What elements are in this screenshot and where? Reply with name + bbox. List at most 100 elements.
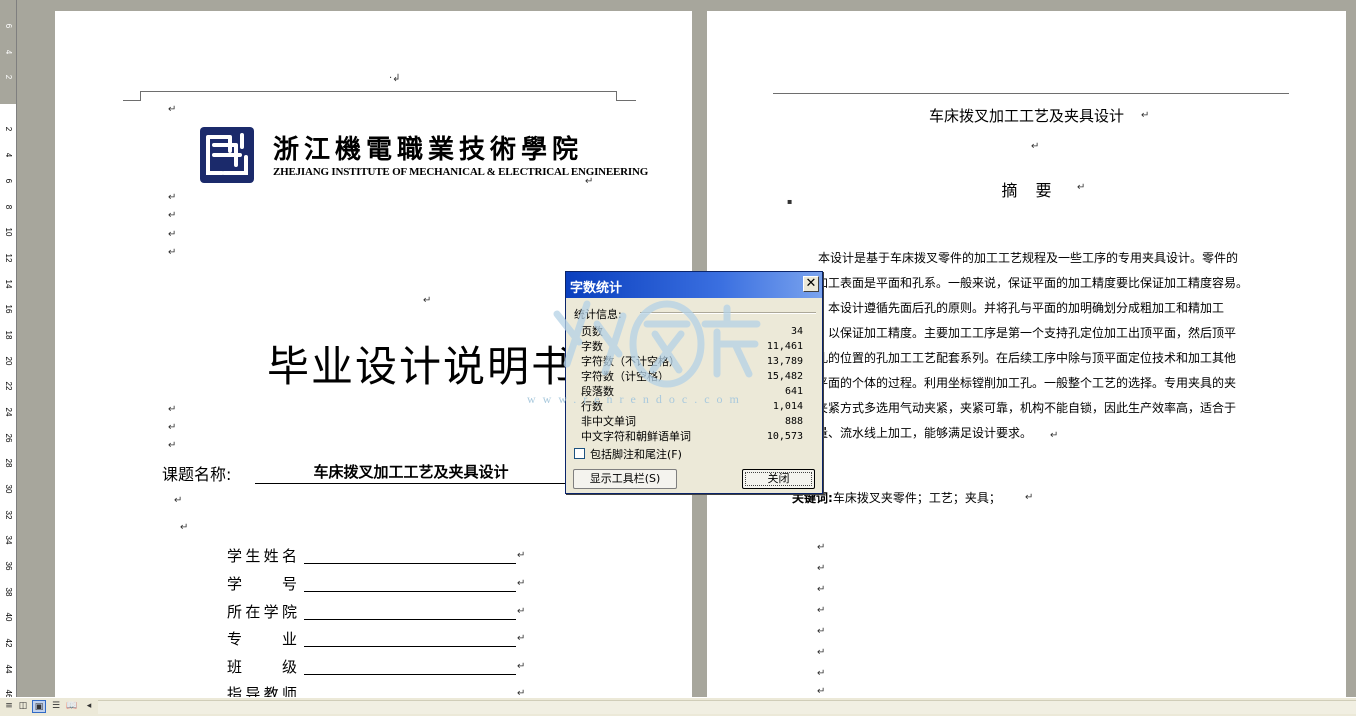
- paragraph-mark: ↵: [517, 633, 526, 644]
- ruler-tick-label: 4: [4, 152, 13, 158]
- stat-row-paragraphs: 段落数 641: [581, 384, 803, 399]
- header-crop-right: [616, 100, 636, 101]
- outline-view-icon[interactable]: ☰: [49, 700, 63, 713]
- paragraph-mark: ↵: [174, 495, 183, 506]
- abstract-line: 阶段，以保证加工精度。主要加工工序是第一个支持孔定位加工出顶平面，然后顶平: [792, 326, 1237, 340]
- stat-value: 11,461: [766, 341, 803, 352]
- web-view-icon[interactable]: ◫: [16, 700, 30, 713]
- stat-label: 行数: [581, 400, 603, 413]
- stat-row-words: 字数 11,461: [581, 339, 803, 354]
- ruler-tick-label: 16: [4, 304, 13, 314]
- ruler-tick-label: 4: [4, 49, 13, 55]
- header-rule: [791, 93, 1269, 94]
- paragraph-mark: ↵: [817, 605, 826, 616]
- ruler-tick-label: 34: [4, 535, 13, 545]
- stat-label: 中文字符和朝鲜语单词: [581, 430, 691, 443]
- keywords-line: 关键词:车床拨叉夹零件；工艺；夹具；: [792, 489, 1001, 506]
- keywords-value: 车床拨叉夹零件；工艺；夹具；: [832, 491, 1001, 505]
- ruler-tick-label: 42: [4, 638, 13, 648]
- stat-label: 页数: [581, 325, 603, 338]
- paragraph-mark: ↵: [517, 661, 526, 672]
- scroll-left-icon[interactable]: ◂: [82, 700, 96, 713]
- paragraph-mark: ↵: [817, 563, 826, 574]
- dialog-title: 字数统计: [570, 281, 623, 296]
- ruler-tick-label: 28: [4, 458, 13, 468]
- form-label: 班级: [227, 658, 297, 676]
- dialog-titlebar[interactable]: 字数统计 ✕: [566, 272, 822, 298]
- form-label: 指导教师: [227, 685, 297, 697]
- ruler-tick-label: 2: [4, 74, 13, 80]
- show-toolbar-button[interactable]: 显示工具栏(S): [573, 469, 677, 489]
- form-label: 所在学院: [227, 603, 297, 621]
- ruler-tick-label: 30: [4, 484, 13, 494]
- stat-row-non-chinese-words: 非中文单词 888: [581, 414, 803, 429]
- paragraph-mark: ↵: [517, 606, 526, 617]
- form-underline: [304, 563, 516, 564]
- header-crop-left-vert: [140, 91, 141, 100]
- paragraph-mark: ↵: [168, 247, 177, 258]
- paragraph-mark: ↵: [585, 176, 594, 187]
- header-crop-left: [773, 93, 791, 94]
- ruler-tick-label: 44: [4, 664, 13, 674]
- ruler-tick-label: 12: [4, 253, 13, 263]
- abstract-line: 面和孔的位置的孔加工工艺配套系列。在后续工序中除与顶平面定位技术和加工其他: [792, 351, 1237, 365]
- paragraph-mark: ↵: [168, 440, 177, 451]
- stat-label: 非中文单词: [581, 415, 636, 428]
- ruler-tick-label: 20: [4, 356, 13, 366]
- ruler-tick-label: 22: [4, 381, 13, 391]
- close-icon[interactable]: ✕: [803, 276, 819, 292]
- include-footnotes-checkbox[interactable]: [574, 448, 585, 459]
- print-view-icon[interactable]: ▣: [32, 700, 46, 713]
- college-name-cn: 浙江機電職業技術學院: [273, 135, 584, 165]
- stat-value: 10,573: [766, 431, 803, 442]
- abstract-line: 本设计是基于车床拨叉零件的加工工艺规程及一些工序的专用夹具设计。零件的: [818, 251, 1239, 265]
- paragraph-mark: ↵: [180, 522, 189, 533]
- ruler-tick-label: 10: [4, 227, 13, 237]
- form-label: 学号: [227, 575, 297, 593]
- ruler-tick-label: 32: [4, 510, 13, 520]
- stat-value: 15,482: [766, 371, 803, 382]
- paragraph-mark: ↵: [1025, 492, 1034, 503]
- ruler-tick-label: 2: [4, 126, 13, 132]
- paragraph-mark: ↵: [1141, 110, 1150, 121]
- header-rule: [140, 91, 616, 92]
- ruler-tick-label: 18: [4, 330, 13, 340]
- document-title: 毕业设计说明书: [267, 342, 576, 391]
- college-logo-icon: [200, 127, 254, 183]
- reading-view-icon[interactable]: 📖: [65, 700, 79, 713]
- header-crop-left: [123, 100, 141, 101]
- form-underline: [304, 591, 516, 592]
- include-footnotes-label[interactable]: 包括脚注和尾注(F): [590, 446, 682, 462]
- paragraph-mark: ↵: [517, 578, 526, 589]
- abstract-heading: 摘要: [1001, 181, 1070, 200]
- small-mark: ·↲: [389, 73, 401, 84]
- stat-label: 字符数（计空格）: [581, 370, 669, 383]
- ruler-tick-label: 36: [4, 561, 13, 571]
- status-bar: ≡ ◫ ▣ ☰ 📖 ◂: [0, 697, 1356, 716]
- paragraph-mark: ↵: [168, 404, 177, 415]
- vertical-ruler[interactable]: 6 4 2 2 4 6 8 10 12 14 16 18 20 22 24 26 28 30 32 34 36 38 40 4…: [0, 0, 17, 698]
- ruler-tick-label: 6: [4, 23, 13, 29]
- paragraph-mark: ↵: [817, 626, 826, 637]
- paragraph-mark: ↵: [168, 210, 177, 221]
- paragraph-mark: ↵: [817, 647, 826, 658]
- form-underline: [304, 619, 516, 620]
- ruler-tick-label: 14: [4, 279, 13, 289]
- paragraph-mark: ↵: [1077, 182, 1086, 193]
- paragraph-mark: ↵: [168, 229, 177, 240]
- horizontal-scrollbar[interactable]: [98, 700, 1356, 714]
- paragraph-mark: ↵: [423, 295, 432, 306]
- word-count-dialog[interactable]: 字数统计 ✕ 统计信息: 页数 34 字数 11,461 字符数（不计空格） 1…: [565, 271, 823, 494]
- normal-view-icon[interactable]: ≡: [2, 700, 16, 713]
- paragraph-mark: ↵: [817, 668, 826, 679]
- stats-section-label: 统计信息:: [574, 308, 622, 321]
- stat-row-chars-no-spaces: 字符数（不计空格） 13,789: [581, 354, 803, 369]
- paragraph-mark: ↵: [1031, 141, 1040, 152]
- abstract-line: 具的夹紧方式多选用气动夹紧，夹紧可靠，机构不能自锁，因此生产效率高，适合于: [792, 401, 1237, 415]
- stat-value: 888: [784, 416, 803, 427]
- close-button[interactable]: 关闭: [742, 469, 815, 489]
- paragraph-mark: ↵: [517, 550, 526, 561]
- form-underline: [304, 646, 516, 647]
- stat-value: 1,014: [772, 401, 803, 412]
- abstract-line: 的表平面的个体的过程。利用坐标镗削加工孔。一般整个工艺的选择。专用夹具的夹: [792, 376, 1237, 390]
